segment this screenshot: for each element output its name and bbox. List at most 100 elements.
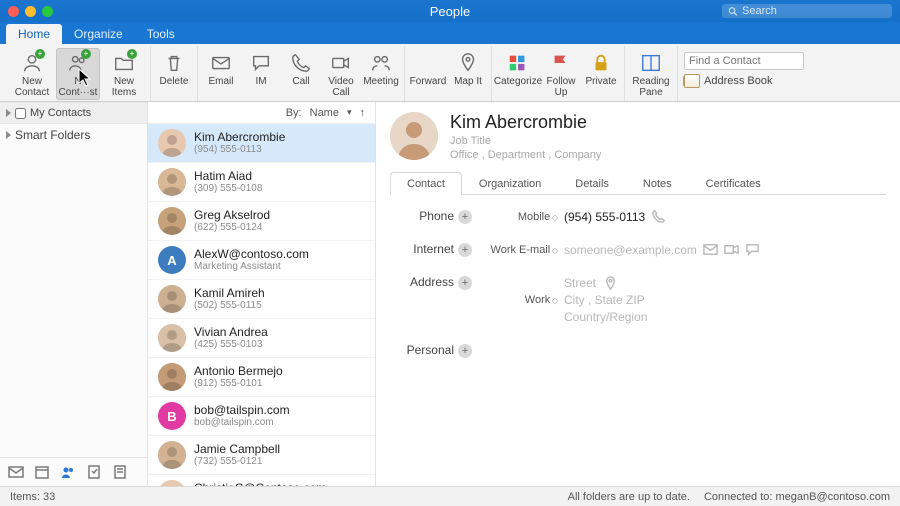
lock-icon: [587, 50, 615, 76]
contact-list-item[interactable]: Jamie Campbell(732) 555-0121: [148, 436, 375, 475]
contact-sub: (309) 555-0108: [194, 183, 262, 194]
categorize-icon: [504, 50, 532, 76]
address-type-dropdown[interactable]: Work: [480, 294, 558, 306]
contact-office-dept-company[interactable]: Office , Department , Company: [450, 149, 601, 161]
tab-details[interactable]: Details: [558, 172, 626, 195]
video-action-icon[interactable]: [724, 242, 739, 257]
add-internet-button[interactable]: +: [458, 243, 472, 257]
search-input[interactable]: [742, 5, 886, 17]
call-action-icon[interactable]: [651, 209, 666, 224]
add-phone-button[interactable]: +: [458, 210, 472, 224]
im-action-icon[interactable]: [745, 242, 760, 257]
avatar: [158, 168, 186, 196]
map-pin-icon[interactable]: [603, 276, 618, 291]
mail-nav-icon[interactable]: [8, 464, 24, 480]
contact-list-pane: By: Name ▾ ↑ Kim Abercrombie(954) 555-01…: [148, 102, 376, 486]
my-contacts-checkbox[interactable]: [15, 108, 26, 119]
meeting-button[interactable]: Meeting: [362, 48, 400, 90]
contact-name: ChristieC@Contoso.com: [194, 482, 326, 486]
categorize-button[interactable]: Categorize: [496, 48, 540, 90]
global-search[interactable]: [722, 4, 892, 18]
contact-list-item[interactable]: Greg Akselrod(622) 555-0124: [148, 202, 375, 241]
close-window-button[interactable]: [8, 6, 19, 17]
tab-organization[interactable]: Organization: [462, 172, 558, 195]
sidebar-my-contacts[interactable]: My Contacts: [0, 102, 147, 124]
contact-sub: (954) 555-0113: [194, 144, 285, 155]
notes-nav-icon[interactable]: [112, 464, 128, 480]
tab-certificates[interactable]: Certificates: [689, 172, 778, 195]
avatar: [158, 363, 186, 391]
add-address-button[interactable]: +: [458, 276, 472, 290]
sort-bar[interactable]: By: Name ▾ ↑: [148, 102, 375, 124]
traffic-lights: [8, 6, 53, 17]
contact-name: bob@tailspin.com: [194, 404, 290, 417]
avatar: [158, 285, 186, 313]
address-book-button[interactable]: Address Book: [684, 74, 804, 88]
avatar: A: [158, 246, 186, 274]
private-button[interactable]: Private: [582, 48, 620, 90]
tab-home[interactable]: Home: [6, 24, 62, 44]
contact-name: AlexW@contoso.com: [194, 248, 309, 261]
person-plus-icon: +: [18, 50, 46, 76]
mobile-phone-value[interactable]: (954) 555-0113: [564, 210, 645, 224]
address-book-icon: [684, 74, 700, 88]
add-personal-button[interactable]: +: [458, 344, 472, 358]
reading-pane-button[interactable]: Reading Pane: [629, 48, 673, 100]
folder-plus-icon: +: [110, 50, 138, 76]
contact-list-item[interactable]: Antonio Bermejo(912) 555-0101: [148, 358, 375, 397]
contact-list-item[interactable]: Kim Abercrombie(954) 555-0113: [148, 124, 375, 163]
email-button[interactable]: Email: [202, 48, 240, 90]
tab-notes[interactable]: Notes: [626, 172, 689, 195]
contact-sub: (622) 555-0124: [194, 222, 270, 233]
tab-tools[interactable]: Tools: [135, 24, 187, 44]
im-button[interactable]: IM: [242, 48, 280, 90]
contact-list-item[interactable]: AAlexW@contoso.comMarketing Assistant: [148, 241, 375, 280]
tab-contact[interactable]: Contact: [390, 172, 462, 195]
contact-list-item[interactable]: Hatim Aiad(309) 555-0108: [148, 163, 375, 202]
email-type-dropdown[interactable]: Work E-mail: [480, 244, 558, 256]
detail-tabs: Contact Organization Details Notes Certi…: [390, 171, 886, 195]
new-items-button[interactable]: + New Items: [102, 48, 146, 100]
tab-organize[interactable]: Organize: [62, 24, 135, 44]
delete-button[interactable]: Delete: [155, 48, 193, 90]
new-contact-list-button[interactable]: + NCont···st: [56, 48, 100, 100]
window-titlebar: People: [0, 0, 900, 22]
people-nav-icon[interactable]: [60, 464, 76, 480]
avatar: [158, 441, 186, 469]
contact-list-item[interactable]: Bbob@tailspin.combob@tailspin.com: [148, 397, 375, 436]
contact-list-item[interactable]: Vivian Andrea(425) 555-0103: [148, 319, 375, 358]
zoom-window-button[interactable]: [42, 6, 53, 17]
contact-name: Kim Abercrombie: [194, 131, 285, 144]
contact-name: Kim Abercrombie: [450, 112, 601, 133]
map-it-button[interactable]: Map It: [449, 48, 487, 90]
contact-avatar: [390, 112, 438, 160]
contact-name: Greg Akselrod: [194, 209, 270, 222]
new-contact-button[interactable]: + New Contact: [10, 48, 54, 100]
minimize-window-button[interactable]: [25, 6, 36, 17]
sidebar: My Contacts Smart Folders: [0, 102, 148, 486]
email-action-icon[interactable]: [703, 242, 718, 257]
item-count: Items: 33: [10, 491, 55, 503]
sort-direction-icon[interactable]: ↑: [360, 107, 366, 119]
mouse-cursor-icon: [78, 68, 94, 88]
sidebar-smart-folders[interactable]: Smart Folders: [0, 124, 147, 146]
contact-list-item[interactable]: ChristieC@Contoso.comChristieC@contoso.c…: [148, 475, 375, 486]
work-email-input[interactable]: someone@example.com: [564, 243, 697, 257]
contact-job-title[interactable]: Job Title: [450, 135, 601, 147]
find-contact-input[interactable]: [684, 52, 804, 70]
call-button[interactable]: Call: [282, 48, 320, 90]
video-call-button[interactable]: Video Call: [322, 48, 360, 100]
contact-name: Hatim Aiad: [194, 170, 262, 183]
forward-button[interactable]: Forward: [409, 48, 447, 90]
contact-sub: bob@tailspin.com: [194, 417, 290, 428]
ribbon: + New Contact + NCont···st + New Items D…: [0, 44, 900, 102]
follow-up-button[interactable]: Follow Up: [542, 48, 580, 100]
phone-type-dropdown[interactable]: Mobile: [480, 211, 558, 223]
flag-icon: [547, 50, 575, 76]
calendar-nav-icon[interactable]: [34, 464, 50, 480]
tasks-nav-icon[interactable]: [86, 464, 102, 480]
address-block[interactable]: Street City , State ZIP Country/Region: [564, 275, 647, 325]
avatar: B: [158, 402, 186, 430]
avatar: [158, 324, 186, 352]
contact-list-item[interactable]: Kamil Amireh(502) 555-0115: [148, 280, 375, 319]
